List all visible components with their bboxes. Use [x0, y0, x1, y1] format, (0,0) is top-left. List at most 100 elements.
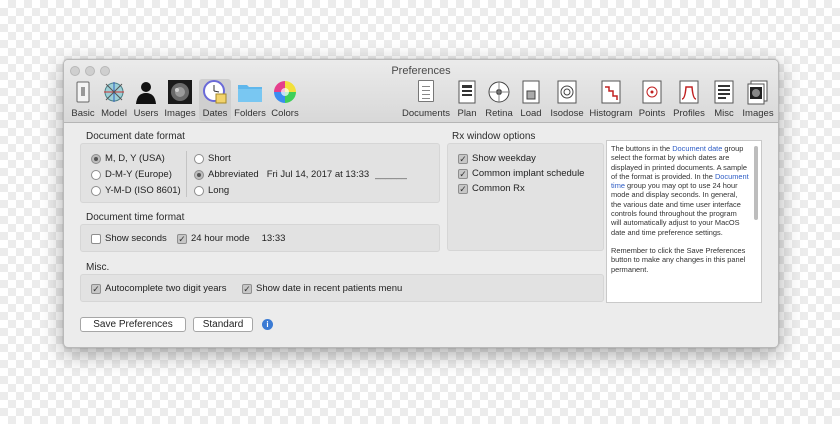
tab-basic-label: Basic — [71, 108, 95, 119]
time-format-group: Show seconds ✓ 24 hour mode 13:33 — [80, 224, 440, 252]
rx-common-rx-label: Common Rx — [472, 183, 525, 194]
isodose-icon — [554, 79, 580, 105]
tab-isodose[interactable]: Isodose — [548, 79, 586, 121]
autocomplete-checkbox[interactable]: ✓ — [91, 283, 101, 294]
users-icon — [133, 79, 159, 105]
date-preview: Fri Jul 14, 2017 at 13:33 — [266, 169, 370, 180]
titlebar: Preferences Basic Model Users Images Dat… — [64, 60, 778, 123]
tab-profiles-label: Profiles — [673, 108, 705, 119]
help-text-part: The buttons in the — [611, 144, 673, 153]
basic-icon — [70, 79, 96, 105]
show-date-option[interactable]: ✓ Show date in recent patients menu — [242, 283, 402, 294]
date-format-title: Document date format — [86, 131, 185, 142]
tab-dates[interactable]: Dates — [199, 79, 231, 121]
tab-load[interactable]: Load — [517, 79, 545, 121]
tab-images[interactable]: Images — [163, 79, 197, 121]
radio-mdy-control[interactable] — [91, 153, 101, 164]
radio-ymd[interactable]: Y-M-D (ISO 8601) — [91, 185, 181, 196]
tab-basic[interactable]: Basic — [67, 79, 99, 121]
tab-retina-label: Retina — [485, 108, 513, 119]
tab-dates-label: Dates — [202, 108, 228, 119]
plan-icon — [454, 79, 480, 105]
radio-mdy[interactable]: M, D, Y (USA) — [91, 153, 165, 164]
tab-users-label: Users — [133, 108, 159, 119]
hour24-option[interactable]: ✓ 24 hour mode 13:33 — [177, 233, 285, 244]
radio-long-label: Long — [208, 185, 230, 196]
tab-plan-label: Plan — [457, 108, 477, 119]
show-seconds-option[interactable]: Show seconds — [91, 233, 167, 244]
radio-abbreviated-label: Abbreviated — [208, 169, 259, 180]
misc-icon — [711, 79, 737, 105]
folder-icon — [237, 79, 263, 105]
radio-ymd-label: Y-M-D (ISO 8601) — [105, 185, 181, 196]
autocomplete-option[interactable]: ✓ Autocomplete two digit years — [91, 283, 226, 294]
rx-common-rx-checkbox[interactable]: ✓ — [458, 183, 468, 194]
rx-show-weekday-option[interactable]: ✓ Show weekday — [458, 153, 536, 164]
show-seconds-checkbox[interactable] — [91, 233, 101, 244]
tab-model[interactable]: Model — [99, 79, 129, 121]
radio-mdy-label: M, D, Y (USA) — [105, 153, 165, 164]
tab-images-right[interactable]: Images — [740, 79, 776, 121]
radio-abbreviated-control[interactable] — [194, 169, 204, 180]
show-seconds-label: Show seconds — [105, 233, 167, 244]
tab-points-label: Points — [638, 108, 666, 119]
radio-dmy[interactable]: D-M-Y (Europe) — [91, 169, 172, 180]
tab-histogram-label: Histogram — [589, 108, 633, 119]
radio-long-control[interactable] — [194, 185, 204, 196]
tab-misc-label: Misc — [714, 108, 734, 119]
histogram-icon — [598, 79, 624, 105]
tab-images-right-label: Images — [742, 108, 774, 119]
model-icon — [101, 79, 127, 105]
rx-implant-schedule-label: Common implant schedule — [472, 168, 585, 179]
tab-profiles[interactable]: Profiles — [670, 79, 708, 121]
rx-options-group: ✓ Show weekday ✓ Common implant schedule… — [447, 143, 604, 251]
date-format-group: M, D, Y (USA) D-M-Y (Europe) Y-M-D (ISO … — [80, 143, 440, 203]
help-scrollbar[interactable] — [754, 146, 758, 220]
help-link-document-date[interactable]: Document date — [672, 144, 722, 153]
date-preview-blank: ______ — [375, 169, 407, 180]
tab-points[interactable]: Points — [636, 79, 668, 121]
tab-plan[interactable]: Plan — [454, 79, 480, 121]
hour24-label: 24 hour mode — [191, 233, 250, 244]
tab-retina[interactable]: Retina — [483, 79, 515, 121]
radio-dmy-label: D-M-Y (Europe) — [105, 169, 172, 180]
rx-show-weekday-checkbox[interactable]: ✓ — [458, 153, 468, 164]
points-icon — [639, 79, 665, 105]
help-text-panel[interactable]: The buttons in the Document date group s… — [606, 140, 762, 303]
help-text-part: group you may opt to use 24 hour mode an… — [611, 181, 741, 237]
color-wheel-icon — [272, 79, 298, 105]
tab-histogram[interactable]: Histogram — [588, 79, 634, 121]
tab-model-label: Model — [101, 108, 127, 119]
radio-short-control[interactable] — [194, 153, 204, 164]
radio-ymd-control[interactable] — [91, 185, 101, 196]
save-preferences-button[interactable]: Save Preferences — [80, 317, 186, 332]
radio-abbreviated[interactable]: Abbreviated Fri Jul 14, 2017 at 13:33 __… — [194, 169, 407, 180]
help-text: The buttons in the Document date group s… — [611, 144, 749, 274]
show-date-label: Show date in recent patients menu — [256, 283, 403, 294]
show-date-checkbox[interactable]: ✓ — [242, 283, 252, 294]
window-title: Preferences — [391, 65, 451, 77]
rx-implant-schedule-checkbox[interactable]: ✓ — [458, 168, 468, 179]
time-format-title: Document time format — [86, 212, 185, 223]
tab-colors-label: Colors — [271, 108, 299, 119]
hour24-checkbox[interactable]: ✓ — [177, 233, 187, 244]
profiles-icon — [676, 79, 702, 105]
tab-folders[interactable]: Folders — [233, 79, 267, 121]
tab-users[interactable]: Users — [130, 79, 162, 121]
radio-dmy-control[interactable] — [91, 169, 101, 180]
tab-images-label: Images — [164, 108, 196, 119]
tab-documents-label: Documents — [401, 108, 451, 119]
images-stack-icon — [745, 79, 771, 105]
radio-short[interactable]: Short — [194, 153, 231, 164]
info-icon[interactable]: i — [262, 319, 273, 330]
radio-long[interactable]: Long — [194, 185, 229, 196]
retina-icon — [486, 79, 512, 105]
rx-common-rx-option[interactable]: ✓ Common Rx — [458, 183, 525, 194]
tab-colors[interactable]: Colors — [268, 79, 302, 121]
tab-documents[interactable]: Documents — [399, 79, 453, 121]
tab-misc[interactable]: Misc — [710, 79, 738, 121]
tab-load-label: Load — [520, 108, 542, 119]
rx-implant-schedule-option[interactable]: ✓ Common implant schedule — [458, 168, 584, 179]
standard-button[interactable]: Standard — [193, 317, 253, 332]
autocomplete-label: Autocomplete two digit years — [105, 283, 227, 294]
